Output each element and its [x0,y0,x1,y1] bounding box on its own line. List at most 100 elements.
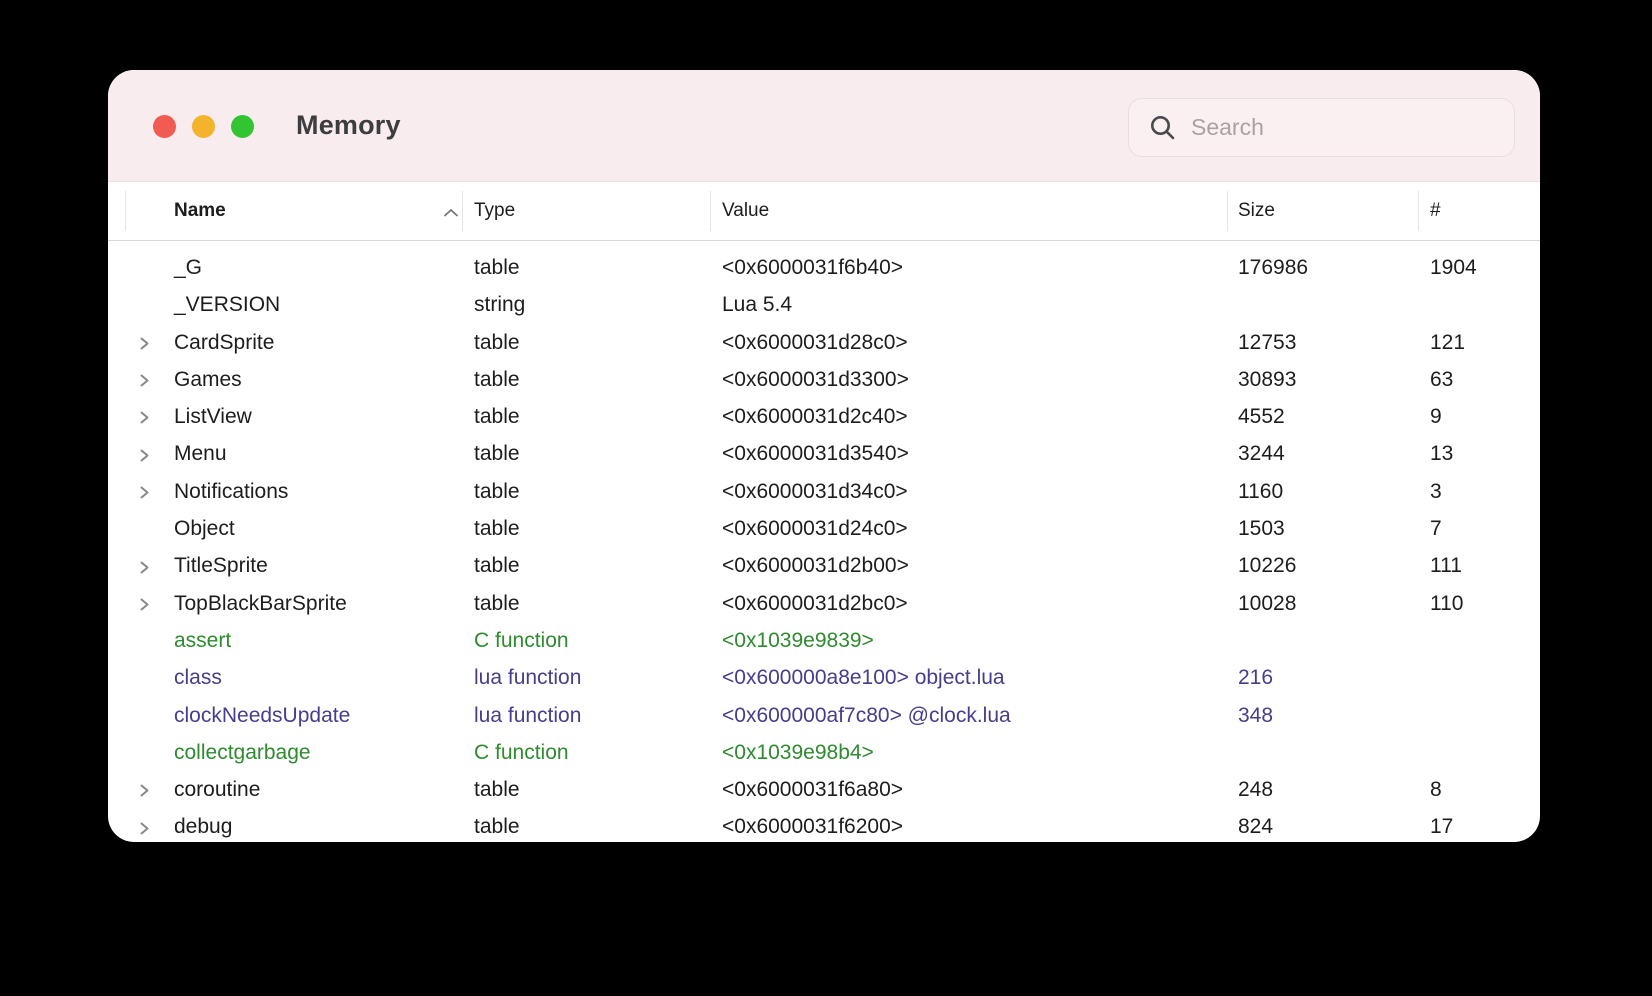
table-row[interactable]: coroutinetable<0x6000031f6a80>2488 [108,771,1540,808]
row-type: table [474,510,520,547]
zoom-window-button[interactable] [231,115,254,138]
row-size: 248 [1238,771,1273,808]
disclosure-chevron-icon[interactable] [138,325,151,362]
table-row[interactable]: Games table <0x6000031d3300> 30893 63 [108,361,1540,398]
column-divider [125,191,126,231]
search-input[interactable] [1189,113,1493,142]
search-field[interactable] [1128,98,1515,157]
row-size: 216 [1238,659,1273,696]
table-row[interactable]: assert C function <0x1039e9839> [108,622,1540,659]
row-value: <0x6000031d24c0> [722,510,908,547]
row-type: string [474,286,525,323]
row-size: 10028 [1238,585,1296,622]
row-count: 110 [1430,585,1463,622]
close-window-button[interactable] [153,115,176,138]
row-type: table [474,398,520,435]
row-value: Lua 5.4 [722,286,792,323]
table-row[interactable]: TitleSpritetable<0x6000031d2b00>10226111 [108,547,1540,584]
row-size: 348 [1238,697,1273,734]
row-value: <0x1039e98b4> [722,734,874,771]
row-name: class [174,659,222,696]
row-value: <0x600000af7c80> @clock.lua [722,697,1011,734]
table-row[interactable]: _VERSION string Lua 5.4 [108,286,1540,323]
row-type: C function [474,622,569,659]
disclosure-chevron-icon[interactable] [138,362,151,399]
table-header: Name Type Value Size # [108,182,1540,241]
row-name: coroutine [174,771,260,808]
sort-ascending-icon [442,206,460,224]
column-divider[interactable] [1418,191,1419,231]
table-row[interactable]: clockNeedsUpdate lua function <0x600000af7… [108,697,1540,734]
row-count: 13 [1430,435,1453,472]
row-type: C function [474,734,569,771]
table-row[interactable]: ListViewtable<0x6000031d2c40>45529 [108,398,1540,435]
row-size: 12753 [1238,324,1296,361]
disclosure-chevron-icon[interactable] [138,548,151,585]
disclosure-chevron-icon[interactable] [138,399,151,436]
row-size: 3244 [1238,435,1285,472]
row-type: table [474,808,520,842]
table-row[interactable]: Objecttable<0x6000031d24c0>15037 [108,510,1540,547]
row-name: Object [174,510,235,547]
row-name: Notifications [174,473,288,510]
column-header-name[interactable]: Name [174,182,226,240]
row-name: ListView [174,398,252,435]
minimize-window-button[interactable] [192,115,215,138]
row-type: table [474,473,520,510]
row-value: <0x6000031d34c0> [722,473,908,510]
disclosure-chevron-icon[interactable] [138,474,151,511]
column-header-value[interactable]: Value [722,182,769,240]
row-name: _G [174,249,202,286]
row-count: 111 [1430,547,1462,584]
table-row[interactable]: collectgarbageC function<0x1039e98b4> [108,734,1540,771]
row-count: 9 [1430,398,1442,435]
disclosure-chevron-icon[interactable] [138,436,151,473]
row-name: Games [174,361,242,398]
row-size: 1503 [1238,510,1285,547]
row-value: <0x6000031d3540> [722,435,909,472]
table-row[interactable]: Notificationstable<0x6000031d34c0>11603 [108,473,1540,510]
row-count: 1904 [1430,249,1477,286]
row-type: table [474,547,520,584]
row-value: <0x1039e9839> [722,622,874,659]
table-row[interactable]: Menutable<0x6000031d3540>324413 [108,435,1540,472]
memory-window: Memory Name Type Value Size # _Gtable [108,70,1540,842]
row-name: clockNeedsUpdate [174,697,350,734]
row-value: <0x600000a8e100> object.lua [722,659,1005,696]
row-value: <0x6000031d2bc0> [722,585,908,622]
row-size: 30893 [1238,361,1296,398]
row-type: table [474,585,520,622]
row-count: 121 [1430,324,1465,361]
row-size: 824 [1238,808,1273,842]
row-value: <0x6000031d2c40> [722,398,908,435]
column-header-count[interactable]: # [1430,182,1441,240]
row-type: table [474,361,520,398]
table-row[interactable]: CardSpritetable<0x6000031d28c0>12753121 [108,324,1540,361]
row-count: 17 [1430,808,1453,842]
column-header-size[interactable]: Size [1238,182,1275,240]
column-header-type[interactable]: Type [474,182,515,240]
disclosure-chevron-icon[interactable] [138,772,151,809]
disclosure-chevron-icon[interactable] [138,809,151,842]
row-name: TopBlackBarSprite [174,585,347,622]
column-divider[interactable] [462,191,463,231]
table-row[interactable]: debugtable<0x6000031f6200>82417 [108,808,1540,842]
row-name: _VERSION [174,286,280,323]
table-row[interactable]: TopBlackBarSprite table <0x6000031d2bc0> 10… [108,585,1540,622]
row-name: assert [174,622,231,659]
table-row[interactable]: _Gtable<0x6000031f6b40>1769861904 [108,249,1540,286]
row-value: <0x6000031d3300> [722,361,909,398]
row-size: 10226 [1238,547,1296,584]
column-divider[interactable] [710,191,711,231]
row-type: lua function [474,697,581,734]
disclosure-chevron-icon[interactable] [138,586,151,623]
row-count: 63 [1430,361,1453,398]
row-value: <0x6000031f6a80> [722,771,903,808]
row-size: 1160 [1238,473,1283,510]
column-divider[interactable] [1227,191,1228,231]
table-row[interactable]: classlua function<0x600000a8e100> object… [108,659,1540,696]
row-value: <0x6000031d2b00> [722,547,909,584]
row-type: table [474,771,520,808]
row-type: table [474,435,520,472]
search-icon [1149,114,1176,141]
